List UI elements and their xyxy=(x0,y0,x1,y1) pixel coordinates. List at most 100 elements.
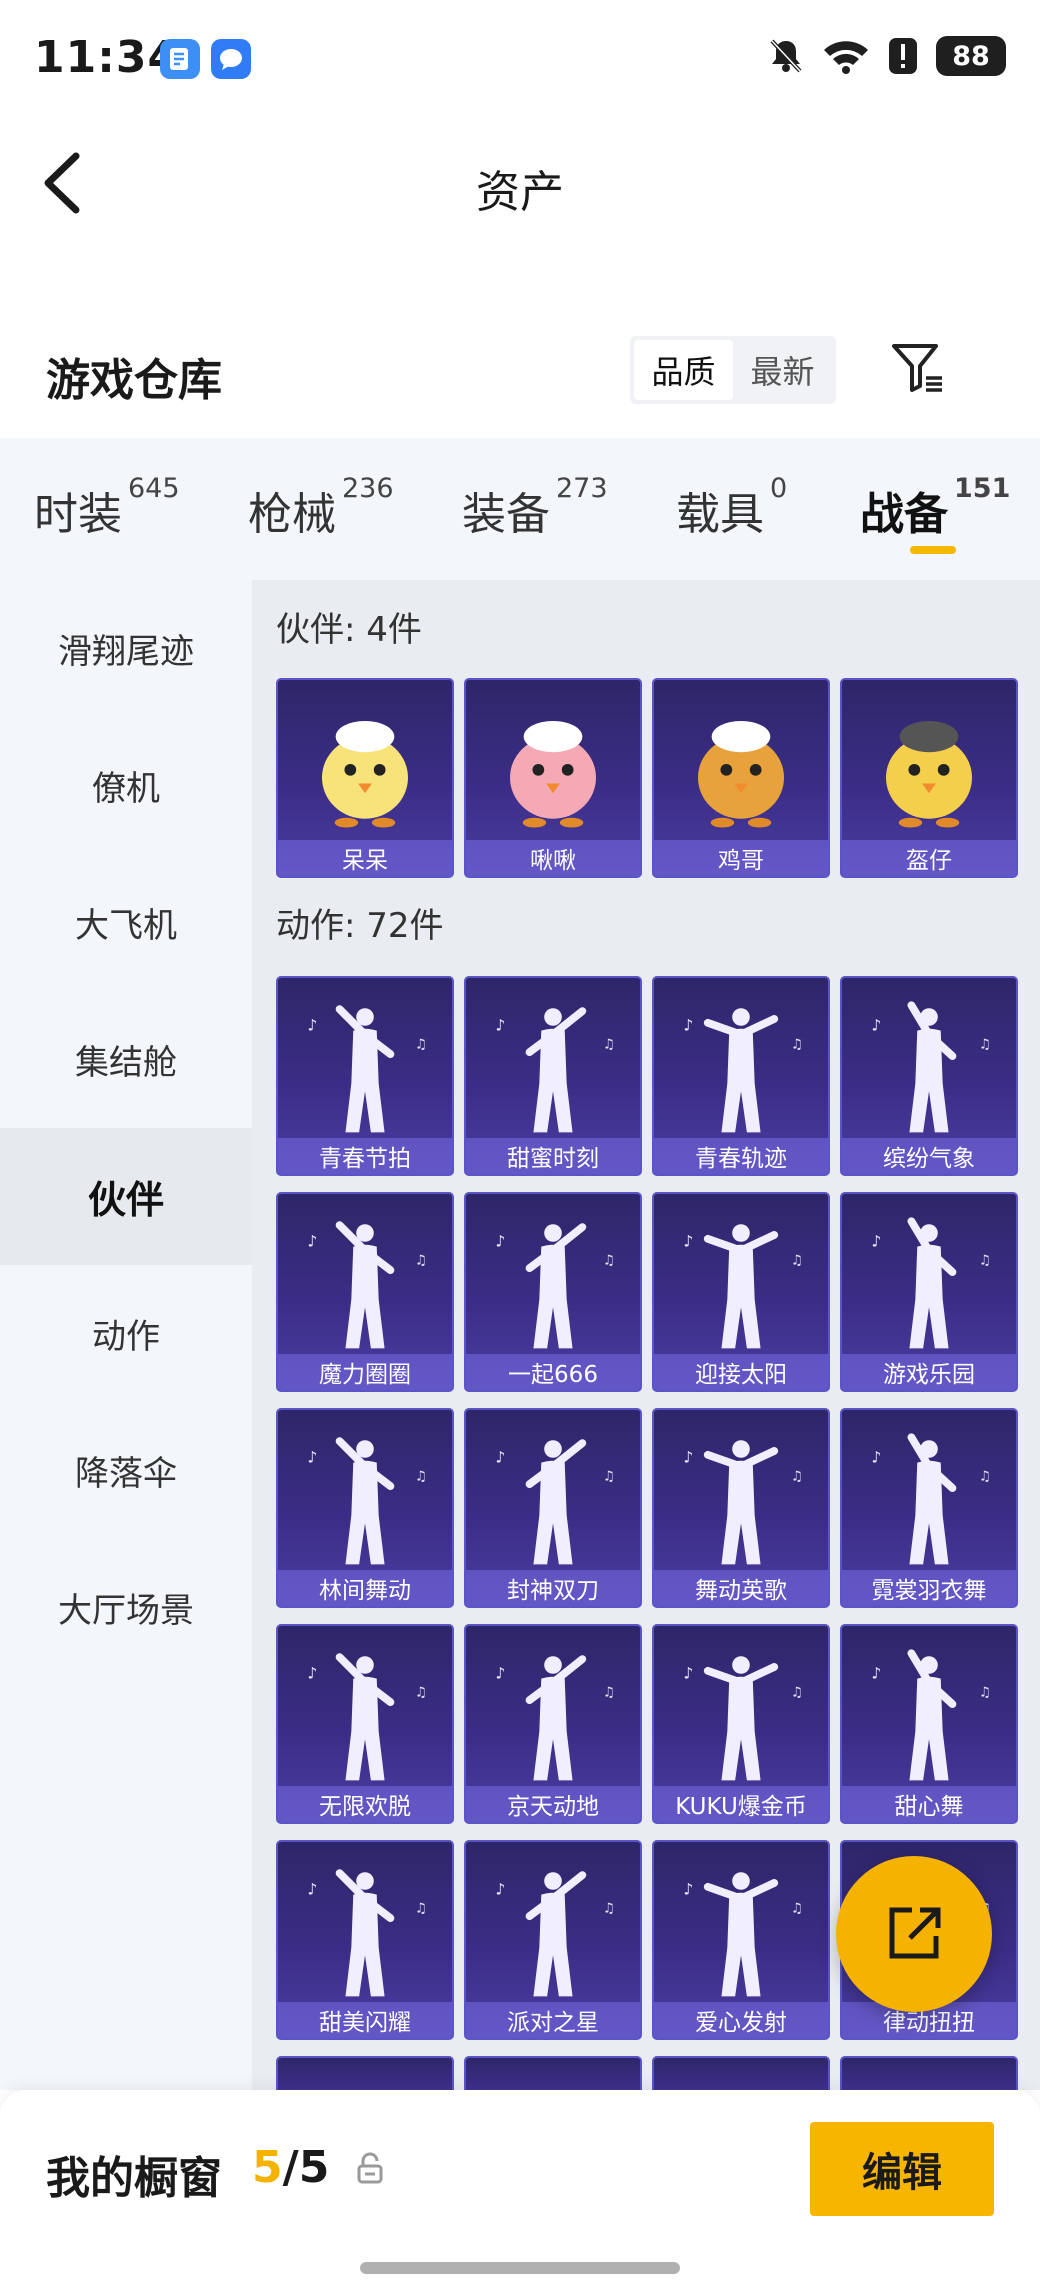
sidebar-item-wingman[interactable]: 僚机 xyxy=(0,717,252,854)
emote-card-label: 京天动地 xyxy=(466,1786,640,1822)
emote-card[interactable]: ♪ ♫ 林间舞动 xyxy=(276,1408,454,1608)
showcase-total: 5 xyxy=(298,2142,330,2193)
sidebar-item-emote[interactable]: 动作 xyxy=(0,1265,252,1402)
tab-count: 645 xyxy=(128,473,180,505)
partner-character-art xyxy=(885,720,973,828)
sidebar: 滑翔尾迹 僚机 大飞机 集结舱 伙伴 动作 降落伞 大厅场景 xyxy=(0,580,252,2090)
svg-text:♪: ♪ xyxy=(307,1880,317,1899)
tab-label: 时装 xyxy=(34,489,122,540)
tab-battle-gear[interactable]: 战备151 xyxy=(860,473,1010,542)
svg-text:♫: ♫ xyxy=(415,1252,427,1268)
emote-card-label: 魔力圈圈 xyxy=(278,1354,452,1390)
emote-card[interactable]: ♪ ♫ 甜心舞 xyxy=(840,1624,1018,1824)
emote-card[interactable]: ♪ ♫ KUKU爆金币 xyxy=(652,1624,830,1824)
tab-vehicles[interactable]: 载具0 xyxy=(676,473,787,542)
svg-text:♪: ♪ xyxy=(871,1016,881,1035)
sort-latest-button[interactable]: 最新 xyxy=(733,340,832,400)
emote-card-label: 封神双刀 xyxy=(466,1570,640,1606)
svg-text:♫: ♫ xyxy=(979,1252,991,1268)
tab-label: 载具 xyxy=(676,489,764,540)
emote-figure-art: ♪♫ xyxy=(871,1649,991,1781)
sidebar-item-partner[interactable]: 伙伴 xyxy=(0,1128,252,1265)
share-button[interactable] xyxy=(836,1856,992,2012)
sort-quality-button[interactable]: 品质 xyxy=(634,340,733,400)
emote-card[interactable]: ♪ ♫ 青春轨迹 xyxy=(652,976,830,1176)
emote-figure-art: ♪♫ xyxy=(683,1224,803,1349)
filter-button[interactable] xyxy=(890,340,946,396)
tab-label: 战备 xyxy=(860,489,948,540)
emote-card[interactable]: ♪ ♫ 青春节拍 xyxy=(276,976,454,1176)
svg-text:♫: ♫ xyxy=(603,1900,615,1916)
svg-text:♪: ♪ xyxy=(307,1664,317,1683)
emote-card-label: 舞动英歌 xyxy=(654,1570,828,1606)
svg-text:♪: ♪ xyxy=(495,1880,505,1899)
sidebar-item-big-plane[interactable]: 大飞机 xyxy=(0,854,252,991)
showcase-count: 5/5 xyxy=(252,2142,329,2193)
emote-card[interactable]: ♪ ♫ 京天动地 xyxy=(464,1624,642,1824)
emote-card[interactable]: ♪ ♫ 爱心发射 xyxy=(652,1840,830,2040)
svg-text:♪: ♪ xyxy=(683,1880,693,1899)
sidebar-item-parachute[interactable]: 降落伞 xyxy=(0,1402,252,1539)
svg-text:♪: ♪ xyxy=(307,1016,317,1035)
sidebar-item-lobby-scene[interactable]: 大厅场景 xyxy=(0,1539,252,1676)
emote-figure-art: ♪♫ xyxy=(683,1008,803,1133)
mute-icon xyxy=(770,39,802,73)
svg-text:♪: ♪ xyxy=(307,1232,317,1251)
emote-card[interactable]: ♪ ♫ 魔力圈圈 xyxy=(276,1192,454,1392)
home-indicator[interactable] xyxy=(360,2262,680,2274)
partner-character-art xyxy=(509,720,597,828)
partner-card[interactable]: 鸡哥 xyxy=(652,678,830,878)
emote-card-partial[interactable] xyxy=(464,2056,642,2090)
tab-equipment[interactable]: 装备273 xyxy=(462,473,608,542)
emote-card-partial[interactable] xyxy=(276,2056,454,2090)
emote-card[interactable]: ♪ ♫ 甜蜜时刻 xyxy=(464,976,642,1176)
alert-icon xyxy=(889,38,917,74)
svg-text:♪: ♪ xyxy=(683,1448,693,1467)
category-tabs: 时装645 枪械236 装备273 载具0 战备151 xyxy=(0,438,1040,580)
emote-card[interactable]: ♪ ♫ 封神双刀 xyxy=(464,1408,642,1608)
partner-character-art xyxy=(321,720,409,828)
emote-card-label: 迎接太阳 xyxy=(654,1354,828,1390)
emote-card[interactable]: ♪ ♫ 舞动英歌 xyxy=(652,1408,830,1608)
emote-card-label: 林间舞动 xyxy=(278,1570,452,1606)
svg-text:♫: ♫ xyxy=(603,1468,615,1484)
edit-button[interactable]: 编辑 xyxy=(810,2122,994,2216)
emote-card[interactable]: ♪ ♫ 甜美闪耀 xyxy=(276,1840,454,2040)
partner-card[interactable]: 呆呆 xyxy=(276,678,454,878)
emote-card[interactable]: ♪ ♫ 无限欢脱 xyxy=(276,1624,454,1824)
svg-text:♪: ♪ xyxy=(683,1232,693,1251)
svg-text:♫: ♫ xyxy=(791,1252,803,1268)
emote-figure-art: ♪♫ xyxy=(495,1439,615,1565)
tab-fashion[interactable]: 时装645 xyxy=(34,473,180,542)
emote-card-partial[interactable] xyxy=(840,2056,1018,2090)
partner-card[interactable]: 盔仔 xyxy=(840,678,1018,878)
partner-card[interactable]: 啾啾 xyxy=(464,678,642,878)
svg-text:♫: ♫ xyxy=(979,1036,991,1052)
filter-icon xyxy=(892,344,942,392)
tab-guns[interactable]: 枪械236 xyxy=(248,473,394,542)
emote-card[interactable]: ♪ ♫ 派对之星 xyxy=(464,1840,642,2040)
svg-text:♫: ♫ xyxy=(415,1684,427,1700)
svg-text:♫: ♫ xyxy=(415,1900,427,1916)
emote-figure-art: ♪♫ xyxy=(495,1223,615,1349)
sort-toggle: 品质 最新 xyxy=(630,336,836,404)
emote-card[interactable]: ♪ ♫ 一起666 xyxy=(464,1192,642,1392)
emote-card-label: 缤纷气象 xyxy=(842,1138,1016,1174)
emote-card-partial[interactable] xyxy=(652,2056,830,2090)
tab-count: 0 xyxy=(770,473,788,505)
showcase-bar: 我的橱窗 5/5 编辑 xyxy=(0,2090,1040,2295)
svg-text:♫: ♫ xyxy=(603,1252,615,1268)
sidebar-item-pod[interactable]: 集结舱 xyxy=(0,991,252,1128)
emote-figure-art: ♪♫ xyxy=(871,1433,991,1565)
emote-figure-art: ♪♫ xyxy=(307,1869,427,1997)
sidebar-item-glide-trail[interactable]: 滑翔尾迹 xyxy=(0,580,252,717)
emote-figure-art: ♪♫ xyxy=(871,1001,991,1133)
emote-card[interactable]: ♪ ♫ 迎接太阳 xyxy=(652,1192,830,1392)
emote-figure-art: ♪♫ xyxy=(495,1007,615,1133)
emote-card[interactable]: ♪ ♫ 游戏乐园 xyxy=(840,1192,1018,1392)
emote-card[interactable]: ♪ ♫ 缤纷气象 xyxy=(840,976,1018,1176)
emote-card-label: 青春节拍 xyxy=(278,1138,452,1174)
lock-icon xyxy=(356,2152,384,2184)
emote-card[interactable]: ♪ ♫ 霓裳羽衣舞 xyxy=(840,1408,1018,1608)
message-app-icon xyxy=(211,39,251,79)
